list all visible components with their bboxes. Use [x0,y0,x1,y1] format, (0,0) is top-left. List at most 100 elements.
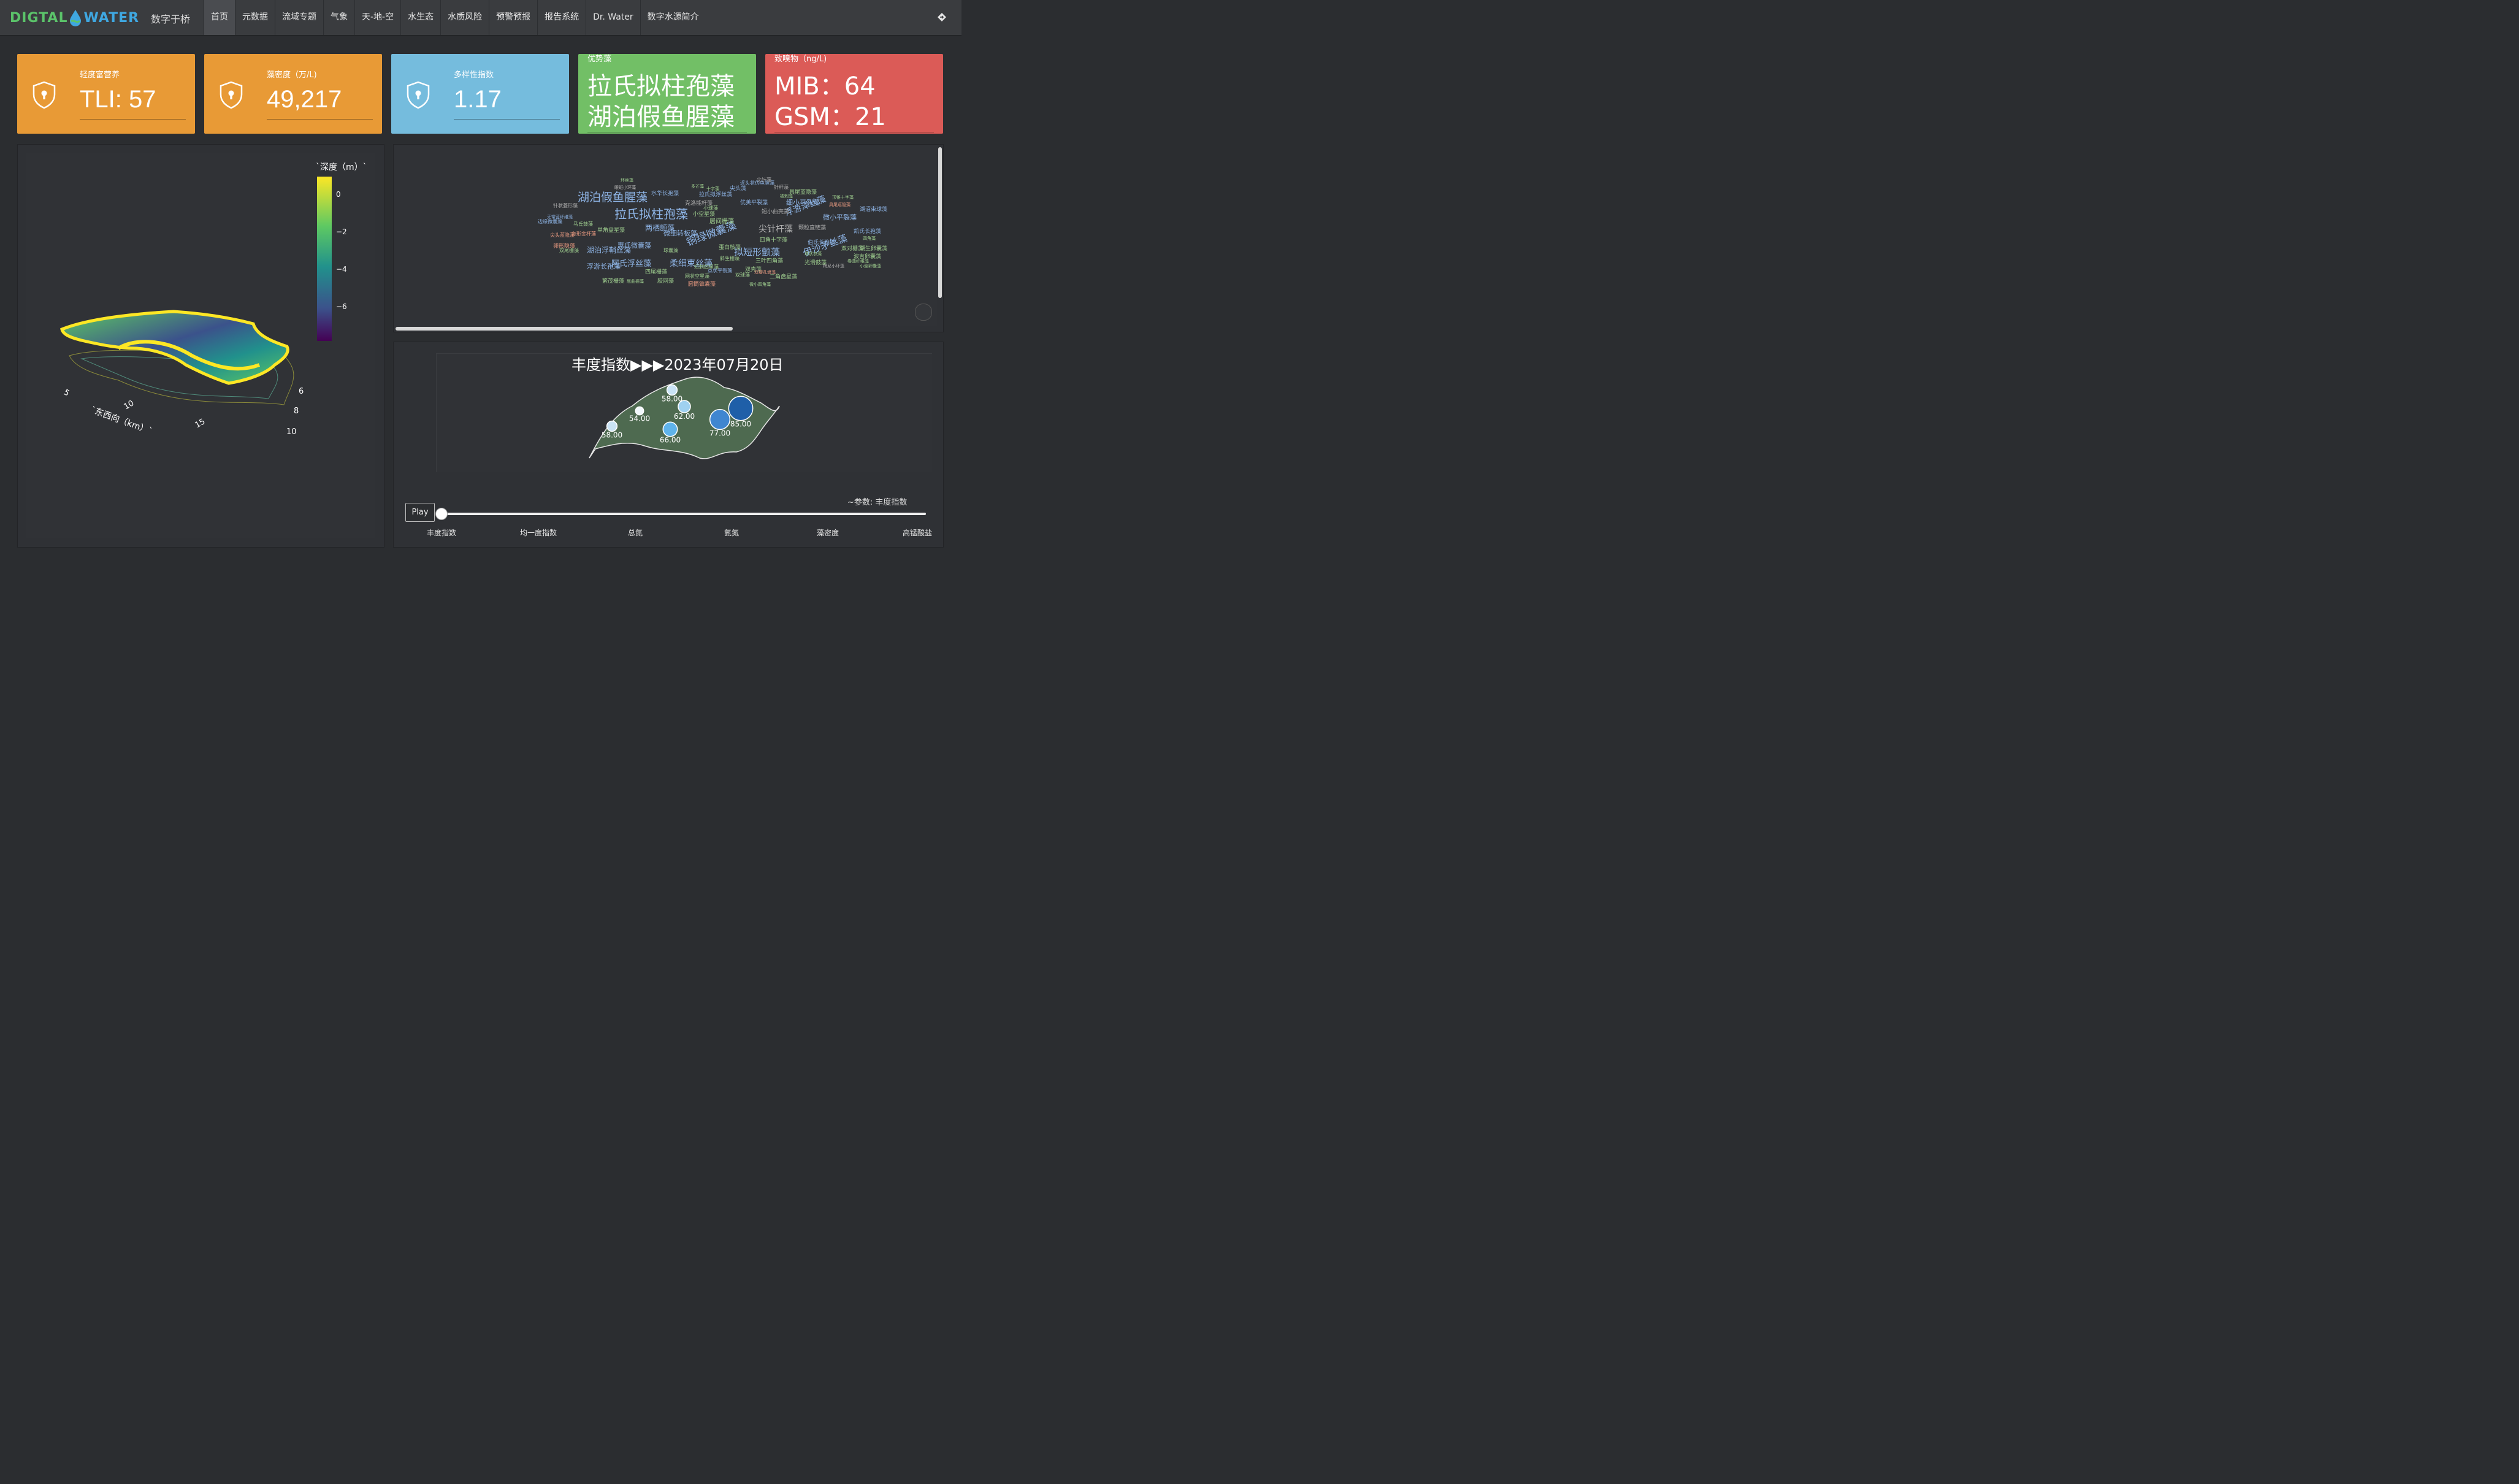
word-cloud-word: 凯氏长孢藻 [854,228,881,235]
word-cloud-word: 尖针藻 [757,177,771,183]
nav-item-watershed[interactable]: 流域专题 [275,0,323,35]
x-tick: 5 [62,388,71,398]
shield-icon [407,81,430,109]
nav-item-reports[interactable]: 报告系统 [537,0,586,35]
word-cloud-word: 具尾蓝隐藻 [789,188,817,196]
odor-card: 致嗅物（ng/L) MIB：64 GSM：21 [765,54,943,134]
horizontal-scrollbar[interactable] [396,327,733,331]
play-button[interactable]: Play [405,503,435,522]
abundance-point-label: 54.00 [629,415,650,423]
word-cloud-word: 水华长孢藻 [651,189,679,197]
word-cloud-word: 湖沼束球藻 [860,205,887,213]
nav-item-about[interactable]: 数字水源简介 [640,0,706,35]
algae-density-label: 藻密度（万/L) [267,71,317,80]
odor-gsm: GSM：21 [774,103,886,131]
word-cloud-word: 顶锥十字藻 [832,194,854,200]
nav-item-metadata[interactable]: 元数据 [235,0,275,35]
expand-icon[interactable] [915,304,932,321]
abundance-point[interactable] [709,408,731,430]
algae-density-value: 49,217 [267,86,342,113]
nav-item-water-risk[interactable]: 水质风险 [440,0,489,35]
slider-step[interactable]: 氨氮 [724,527,739,538]
colorbar-tick: −2 [336,228,347,236]
map-title: 丰度指数▶▶▶2023年07月20日 [571,356,784,373]
word-cloud-word: 湖生卵囊藻 [860,245,887,252]
word-cloud-word: 针杆藻 [774,184,789,190]
colorbar-tick: −6 [336,302,347,311]
word-cloud-word: 斜生栅藻 [720,255,740,261]
divider [80,119,186,120]
nav-item-weather[interactable]: 气象 [323,0,354,35]
dominant-algae-2: 湖泊假鱼腥藻 [587,103,735,131]
word-cloud-word: 浮游长孢藻 [587,262,621,270]
abundance-point-label: 77.00 [709,429,730,437]
word-cloud-word: 小型卵囊藻 [860,263,881,269]
word-cloud-area[interactable]: 湖泊假鱼腥藻 拉氏拟柱孢藻 铜绿微囊藻 尖针杆藻 拟短形颤藻 伊沙矛丝藻 浮游泽丝藻 柔细束丝… [394,145,937,326]
word-cloud-word: 马氏鼓藻 [573,221,593,227]
word-cloud-word: 蛋白核藻 [719,243,741,251]
word-cloud-word: 无常蓝纤维藻 [547,214,573,220]
sign-in-icon[interactable] [937,12,947,22]
word-cloud-word: 双球藻 [735,272,750,278]
nav-item-sky-ground[interactable]: 天-地-空 [354,0,400,35]
slider-step[interactable]: 总氮 [628,527,643,538]
word-cloud-word: 拉氏拟柱孢藻 [614,207,688,221]
logo-text-left: DIGTAL [10,10,68,26]
depth-surface-plot[interactable]: `深度（m）` 0 −2 −4 −6 5 10 15 `东西向（km）` 6 8… [26,153,375,538]
word-cloud-word: 四角藻 [863,235,876,241]
tli-value: TLI: 57 [80,86,156,113]
water-drop-icon [70,10,82,26]
word-cloud-word: 四角十字藻 [760,236,787,243]
depth-plot-area[interactable]: `深度（m）` 0 −2 −4 −6 5 10 15 `东西向（km）` 6 8… [26,153,375,538]
abundance-point[interactable] [728,396,754,421]
slider-step[interactable]: 藻密度 [817,527,839,538]
brand-name[interactable]: 数字于桥 [151,11,190,26]
logo[interactable]: DIGTAL WATER [10,9,139,27]
abundance-point[interactable] [678,400,691,413]
word-cloud-word: 三叶四角藻 [755,257,783,264]
abundance-point[interactable] [662,421,678,437]
top-navbar: DIGTAL WATER 数字于桥 首页 元数据 流域专题 气象 天-地-空 水… [0,0,961,36]
abundance-point-label: 58.00 [602,430,622,439]
slider-step[interactable]: 丰度指数 [427,527,456,538]
word-cloud-word: 繁茂栅藻 [602,277,624,285]
slider-step[interactable]: 高锰酸盐 [903,527,932,538]
word-cloud-word: 小空星藻 [693,210,715,218]
colorbar-title: `深度（m）` [316,163,367,172]
word-cloud-word: 微小四角藻 [749,281,771,287]
abundance-point[interactable] [635,406,644,416]
slider-handle[interactable] [435,508,448,520]
word-cloud-word: 拉氏拟浮丝藻 [699,191,732,198]
word-cloud-word: 环丝藻 [621,177,633,183]
dominant-algae-label: 优势藻 [587,55,612,64]
word-cloud-word: 拟短形颤藻 [734,247,780,258]
word-cloud-word: 小球藻 [703,205,718,211]
x-tick: 10 [123,399,136,411]
word-cloud-word: 卵形金杆藻 [571,231,596,237]
word-cloud-word: 伯氏长孢藻 [808,239,835,246]
slider-steps: 丰度指数 均一度指数 总氮 氨氮 藻密度 高锰酸盐 [423,527,938,538]
abundance-point-label: 58.00 [662,394,682,403]
word-cloud-word: 十字藻 [706,186,719,191]
abundance-point[interactable] [666,384,678,396]
word-cloud-word: 惠氏微囊藻 [617,241,651,250]
word-cloud-word: 双对栅藻 [841,245,863,252]
word-cloud-word: 眼斑小环藻 [614,185,636,190]
vertical-scrollbar[interactable] [938,147,942,298]
slider-current-label: ~参数: 丰度指数 [847,498,908,507]
word-cloud-word: 尖针杆藻 [759,224,793,234]
tli-label: 轻度富营养 [80,71,120,80]
nav-item-ecology[interactable]: 水生态 [400,0,440,35]
word-cloud-word: 优美平裂藻 [740,199,768,206]
word-cloud-word: 针状菱形藻 [553,202,578,208]
word-cloud-word: 细小平裂藻 [786,199,820,207]
word-cloud-word: 四尾栅藻 [645,268,667,275]
abundance-point[interactable] [606,420,618,432]
slider-step[interactable]: 均一度指数 [520,527,557,538]
nav-item-forecast[interactable]: 预警预报 [489,0,537,35]
nav-item-home[interactable]: 首页 [204,0,235,35]
word-cloud-word: 短刺四星藻 [694,264,719,270]
word-cloud-word: 圆筒锥囊藻 [688,280,716,288]
parameter-slider[interactable] [441,513,926,515]
nav-item-dr-water[interactable]: Dr. Water [586,0,640,35]
